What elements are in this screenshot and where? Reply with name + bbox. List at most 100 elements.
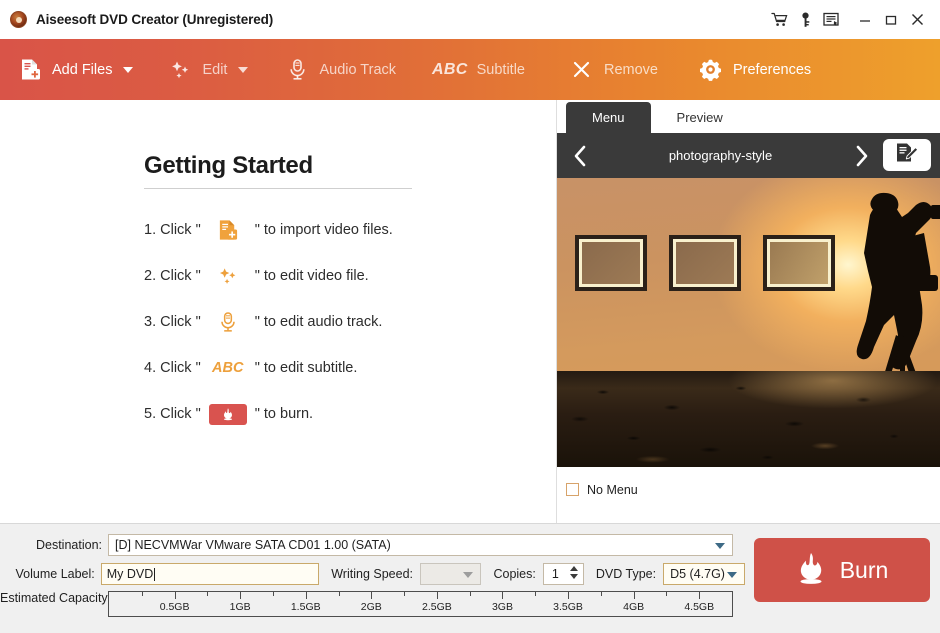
page-title: Getting Started [144,152,313,179]
ruler-tick-minor [141,592,143,596]
step-text-2: " to edit video file. [254,268,369,284]
key-icon[interactable] [792,8,818,32]
remove-button[interactable]: Remove [560,39,667,100]
getting-started-step: 5. Click " " to burn. [144,391,484,437]
ruler-tick-label: 4.5GB [684,601,715,613]
panel-tabs: Menu Preview [557,100,940,133]
copies-value: 1 [551,567,559,581]
ruler-tick-minor [535,592,537,596]
add-files-button[interactable]: Add Files [8,39,142,100]
step-number-1: 1. Click " [144,222,201,238]
tab-menu[interactable]: Menu [566,102,651,133]
chapter-thumbnail[interactable] [669,235,741,291]
step-number-4: 4. Click " [144,360,201,376]
chapter-thumbnail[interactable] [575,235,647,291]
ruler-tick-minor [272,592,274,596]
edit-sparkle-icon [201,265,255,287]
ruler-tick-major [633,592,635,599]
edit-sparkle-icon [167,57,193,83]
chevron-left-icon[interactable] [557,133,603,178]
ruler-tick-major [305,592,307,599]
flame-icon [796,551,826,590]
destination-select[interactable]: [D] NECVMWar VMware SATA CD01 1.00 (SATA… [108,534,733,556]
register-icon[interactable] [818,8,844,32]
volume-row: Volume Label: My DVD Writing Speed: Copi… [0,563,745,585]
edit-label: Edit [202,61,228,78]
edit-button[interactable]: Edit [158,39,257,100]
volume-label-label: Volume Label: [15,567,95,581]
main-toolbar: Add Files Edit Audio Track ABC Subtitle … [0,39,940,100]
ruler-tick-label: 2.5GB [422,601,452,613]
step-number-2: 2. Click " [144,268,201,284]
content-area: Getting Started 1. Click " " to import v… [0,100,940,523]
burn-button[interactable]: Burn [754,538,930,602]
beach-foreground [557,371,940,467]
subtitle-button[interactable]: ABC Subtitle [423,39,534,100]
audio-track-label: Audio Track [319,61,397,78]
burn-flame-icon [208,403,247,425]
chevron-down-icon[interactable] [238,66,249,73]
maximize-icon[interactable] [878,8,904,32]
close-icon[interactable] [904,8,930,32]
add-files-label: Add Files [52,61,113,78]
capacity-ruler: 0.5GB 1GB 1.5GB 2GB 2.5GB 3GB 3.5GB 4GB 4.5GB [108,591,733,617]
close-x-icon [569,57,595,83]
writing-speed-select[interactable] [420,563,482,585]
stepper-arrows[interactable] [569,566,578,579]
volume-label-value: My DVD [106,567,154,581]
writing-speed-label: Writing Speed: [331,567,413,581]
ruler-tick-minor [666,592,668,596]
chevron-down-icon [727,572,737,578]
destination-row: Destination: [D] NECVMWar VMware SATA CD… [0,534,745,556]
gear-icon [698,57,724,83]
capacity-label: Estimated Capacity: [0,591,112,605]
preferences-button[interactable]: Preferences [689,39,820,100]
dvd-type-select[interactable]: D5 (4.7G) [663,563,745,585]
ruler-tick-major [568,592,570,599]
chevron-down-icon[interactable] [123,66,134,73]
no-menu-checkbox[interactable] [566,483,579,496]
text-cursor [154,567,156,581]
step-number-5: 5. Click " [144,406,201,422]
menu-preview-panel: Menu Preview photography-style No Menu [557,100,940,523]
ruler-tick-minor [469,592,471,596]
getting-started-step: 2. Click " " to edit video file. [144,253,484,299]
step-text-4: " to edit subtitle. [254,360,358,376]
ruler-tick-major [436,592,438,599]
burn-label: Burn [839,556,889,583]
getting-started-step: 4. Click " ABC " to edit subtitle. [144,345,484,391]
stepper-up-icon[interactable] [569,566,578,571]
stepper-down-icon[interactable] [569,574,578,579]
no-menu-row: No Menu [557,467,638,512]
volume-label-input[interactable]: My DVD [100,563,320,585]
remove-label: Remove [603,61,658,78]
minimize-icon[interactable] [852,8,878,32]
getting-started-step: 3. Click " " to edit audio track. [144,299,484,345]
step-text-3: " to edit audio track. [254,314,383,330]
ruler-tick-major [699,592,701,599]
template-navbar: photography-style [557,133,940,178]
copies-stepper[interactable]: 1 [542,563,584,585]
audio-track-button[interactable]: Audio Track [275,39,405,100]
ruler-tick-major [174,592,176,599]
menu-preview-stage[interactable] [557,178,940,467]
chevron-right-icon[interactable] [838,133,884,178]
edit-menu-button[interactable] [883,139,931,171]
ruler-tick-minor [732,592,733,596]
tab-preview[interactable]: Preview [651,102,749,133]
abc-icon-text: ABC [212,360,244,376]
abc-icon: ABC [432,60,468,78]
photographer-silhouette [856,192,940,379]
title-underline [144,188,412,189]
step-number-3: 3. Click " [144,314,201,330]
ruler-tick-label: 1GB [229,601,251,613]
app-logo-icon [10,11,27,28]
ruler-tick-major [502,592,504,599]
cart-icon[interactable] [766,8,792,32]
ruler-tick-label: 4GB [623,601,645,613]
ruler-tick-label: 2GB [360,601,382,613]
window-title: Aiseesoft DVD Creator (Unregistered) [36,12,274,27]
microphone-icon [284,57,310,83]
ruler-tick-label: 1.5GB [290,601,321,613]
ruler-tick-label: 0.5GB [159,601,190,613]
